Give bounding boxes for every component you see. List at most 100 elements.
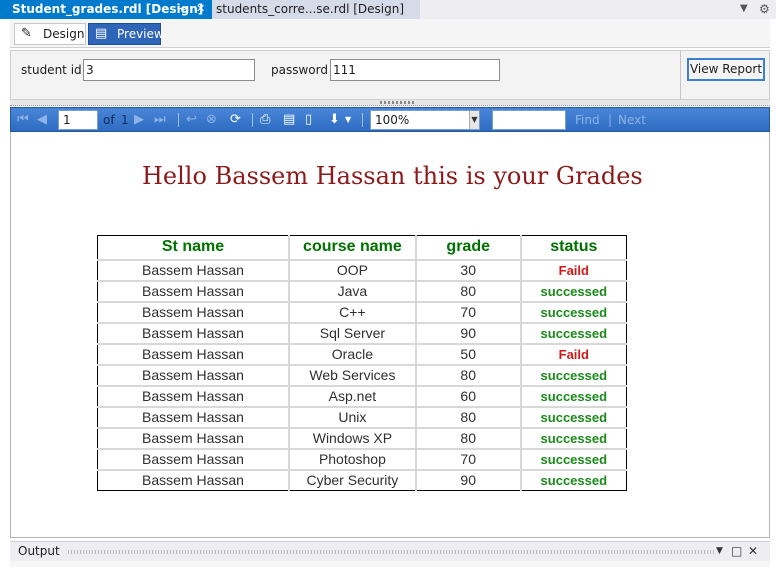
stop-icon[interactable]: ⊗ <box>206 112 217 128</box>
zoom-select[interactable]: 100% ▼ <box>370 110 480 130</box>
output-title: Output <box>18 544 60 558</box>
table-row: Bassem Hassan OOP 30 Faild <box>97 259 627 282</box>
table-header-row: St name course name grade status <box>97 235 627 261</box>
last-page-icon[interactable]: ⏭ <box>154 112 166 128</box>
maximize-icon[interactable]: □ <box>731 544 742 558</box>
status-cell: successed <box>520 448 627 471</box>
tab-student-grades[interactable]: Student_grades.rdl [Design] ⊸ ✕ <box>0 0 212 19</box>
student-name-cell: Bassem Hassan <box>97 301 291 324</box>
student-name-cell: Bassem Hassan <box>97 469 291 491</box>
export-icon[interactable]: ⬇ <box>329 112 340 128</box>
find-separator: | <box>608 113 613 127</box>
grade-cell: 80 <box>415 427 522 450</box>
tab-label: students_corre...se.rdl [Design] <box>216 2 405 16</box>
course-name-cell: Windows XP <box>289 427 417 450</box>
of-label: of <box>103 113 115 127</box>
grade-cell: 80 <box>415 406 522 429</box>
grade-cell: 50 <box>415 343 522 366</box>
column-header-st-name: St name <box>97 235 291 261</box>
student-name-cell: Bassem Hassan <box>97 280 291 303</box>
tab-dropdown-icon[interactable]: ▼ <box>740 0 748 18</box>
output-panel: Output ▼ □ ✕ <box>10 541 770 561</box>
status-cell: Faild <box>520 259 627 282</box>
parameter-splitter[interactable] <box>10 100 770 106</box>
grade-cell: 80 <box>415 280 522 303</box>
course-name-cell: Sql Server <box>289 322 417 345</box>
course-name-cell: Photoshop <box>289 448 417 471</box>
course-name-cell: Unix <box>289 406 417 429</box>
report-body: Hello Bassem Hassan this is your Grades … <box>10 132 770 538</box>
toolbar-separator <box>362 113 363 127</box>
first-page-icon[interactable]: ⏮ <box>17 112 29 128</box>
column-header-status: status <box>520 235 627 261</box>
status-cell: successed <box>520 427 627 450</box>
page-setup-icon[interactable]: ▯ <box>305 112 312 128</box>
table-row: Bassem Hassan Sql Server 90 successed <box>97 322 627 345</box>
param-divider <box>680 51 681 99</box>
close-icon[interactable]: ✕ <box>196 0 205 18</box>
preview-label: Preview <box>117 27 164 41</box>
toolbar-separator <box>252 113 253 127</box>
zoom-value: 100% <box>375 113 410 127</box>
column-header-course-name: course name <box>289 235 417 261</box>
splitter-grip[interactable] <box>380 101 416 104</box>
back-icon[interactable]: ↩ <box>186 112 197 128</box>
report-toolbar: ⏮ ◀ 1 of 1 ▶ ⏭ ↩ ⊗ ⟳ ⎙ ▤ ▯ ⬇ ▼ 100% ▼ Fi… <box>10 107 770 132</box>
pin-icon[interactable]: ⊸ <box>177 0 186 18</box>
student-name-cell: Bassem Hassan <box>97 448 291 471</box>
output-grip[interactable] <box>68 550 716 554</box>
toolbar-separator <box>178 113 179 127</box>
refresh-icon[interactable]: ⟳ <box>230 112 241 128</box>
previous-page-icon[interactable]: ◀ <box>37 112 47 128</box>
table-row: Bassem Hassan Windows XP 80 successed <box>97 427 627 450</box>
student-id-label: student id <box>21 63 82 77</box>
chevron-down-icon[interactable]: ▼ <box>469 111 479 129</box>
grades-table: St name course name grade status Bassem … <box>97 235 627 491</box>
gear-icon[interactable]: ⚙ <box>759 0 770 18</box>
table-row: Bassem Hassan Unix 80 successed <box>97 406 627 429</box>
table-row: Bassem Hassan Web Services 80 successed <box>97 364 627 387</box>
status-cell: successed <box>520 280 627 303</box>
next-page-icon[interactable]: ▶ <box>134 112 144 128</box>
table-row: Bassem Hassan Oracle 50 Faild <box>97 343 627 366</box>
student-name-cell: Bassem Hassan <box>97 427 291 450</box>
output-content <box>10 561 770 567</box>
table-row: Bassem Hassan Java 80 successed <box>97 280 627 303</box>
design-tab[interactable]: ✎ Design <box>14 23 86 45</box>
table-row: Bassem Hassan C++ 70 successed <box>97 301 627 324</box>
grade-cell: 90 <box>415 469 522 491</box>
export-dropdown-icon[interactable]: ▼ <box>345 112 351 128</box>
next-link[interactable]: Next <box>618 112 646 128</box>
close-icon[interactable]: ✕ <box>748 544 758 558</box>
password-input[interactable]: 111 <box>330 59 500 81</box>
grade-cell: 90 <box>415 322 522 345</box>
student-name-cell: Bassem Hassan <box>97 364 291 387</box>
grade-cell: 70 <box>415 301 522 324</box>
design-label: Design <box>43 27 85 41</box>
tab-students-corre[interactable]: students_corre...se.rdl [Design] <box>212 0 420 19</box>
status-cell: successed <box>520 301 627 324</box>
status-cell: successed <box>540 472 608 488</box>
find-input[interactable] <box>492 110 566 130</box>
column-header-grade: grade <box>415 235 522 261</box>
preview-tab[interactable]: ▤ Preview <box>88 23 164 45</box>
view-report-button[interactable]: View Report <box>687 58 765 81</box>
password-label: password <box>271 63 328 77</box>
status-cell: successed <box>520 385 627 408</box>
table-row: Bassem Hassan Asp.net 60 successed <box>97 385 627 408</box>
report-greeting: Hello Bassem Hassan this is your Grades <box>142 162 643 190</box>
view-mode-bar: ✎ Design ▤ Preview <box>10 19 770 48</box>
find-link[interactable]: Find <box>575 112 600 128</box>
status-cell: successed <box>520 406 627 429</box>
print-layout-icon[interactable]: ▤ <box>283 112 295 128</box>
print-icon[interactable]: ⎙ <box>260 112 270 128</box>
grade-cell: 70 <box>415 448 522 471</box>
student-id-input[interactable]: 3 <box>83 59 255 81</box>
student-name-cell: Bassem Hassan <box>97 322 291 345</box>
table-row: Bassem Hassan Photoshop 70 successed <box>97 448 627 471</box>
grade-cell: 80 <box>415 364 522 387</box>
page-number-input[interactable]: 1 <box>58 110 98 130</box>
chevron-down-icon[interactable]: ▼ <box>716 544 723 558</box>
course-name-cell: Java <box>289 280 417 303</box>
status-cell: successed <box>520 364 627 387</box>
